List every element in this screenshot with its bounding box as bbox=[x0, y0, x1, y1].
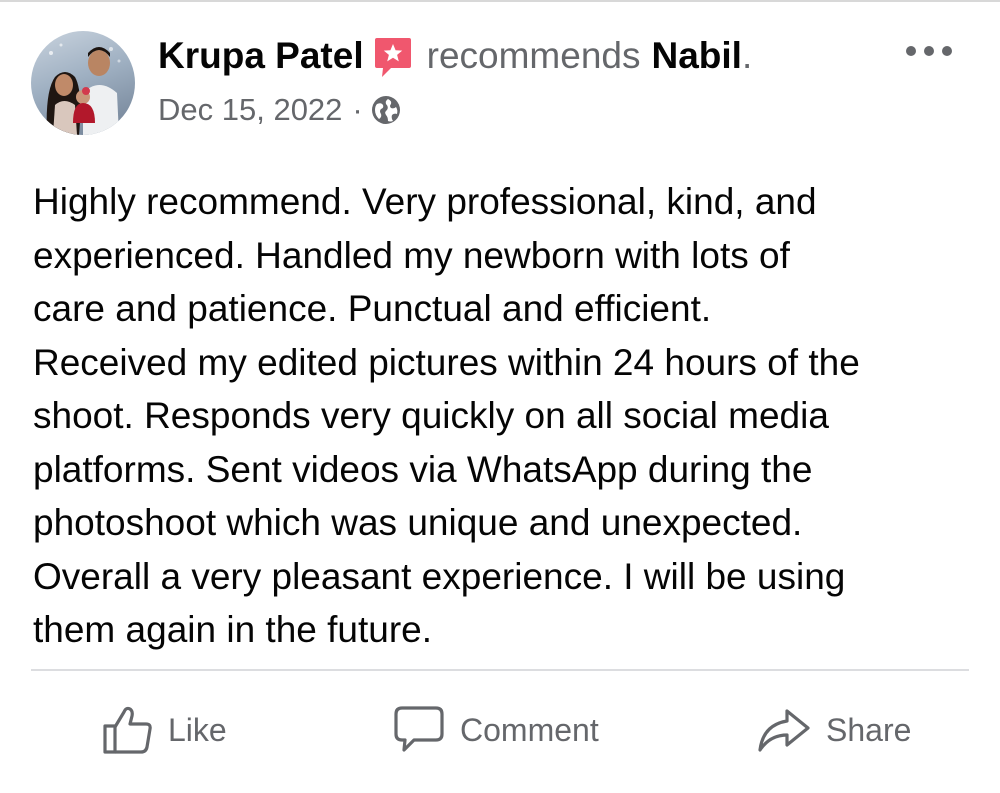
globe-icon[interactable] bbox=[371, 95, 401, 125]
post-meta: Dec 15, 2022 · bbox=[158, 88, 401, 132]
comment-button[interactable]: Comment bbox=[392, 700, 599, 760]
post-text-line: them again in the future. bbox=[33, 609, 433, 650]
post-text-line: experienced. Handled my newborn with lot… bbox=[33, 234, 790, 276]
post-text-line: Highly recommend. Very professional, kin… bbox=[33, 181, 817, 222]
post-text-line: shoot. Responds very quickly on all soci… bbox=[33, 395, 829, 436]
more-dot bbox=[924, 46, 934, 56]
share-label: Share bbox=[826, 711, 912, 748]
recommendation-star-icon bbox=[373, 36, 413, 80]
avatar[interactable] bbox=[31, 31, 135, 135]
comment-label: Comment bbox=[460, 711, 599, 748]
author-name[interactable]: Krupa Patel bbox=[158, 35, 364, 77]
share-button[interactable]: Share bbox=[756, 700, 911, 760]
page-name[interactable]: Nabil bbox=[651, 35, 741, 77]
action-text: recommends bbox=[426, 35, 641, 76]
post-text-line: photoshoot which was unique and unexpect… bbox=[33, 502, 803, 543]
more-dot bbox=[906, 46, 916, 56]
post-text-line: Overall a very pleasant experience. I wi… bbox=[33, 555, 846, 597]
post-header: Krupa Patel recommends Nabil . bbox=[158, 30, 752, 82]
meta-separator: · bbox=[352, 92, 363, 127]
post-text-line: care and patience. Punctual and efficien… bbox=[33, 288, 712, 329]
page-name-suffix: . bbox=[741, 35, 753, 76]
like-button[interactable]: Like bbox=[102, 700, 227, 760]
like-label: Like bbox=[168, 711, 227, 748]
post-text: Highly recommend. Very professional, kin… bbox=[33, 175, 983, 657]
top-border bbox=[0, 0, 1000, 2]
post-date[interactable]: Dec 15, 2022 bbox=[158, 92, 342, 128]
actions-divider bbox=[31, 669, 969, 671]
more-options-icon[interactable] bbox=[906, 36, 952, 66]
avatar-photo bbox=[46, 43, 121, 135]
comment-bubble-icon bbox=[394, 706, 444, 752]
thumbs-up-icon bbox=[103, 706, 152, 754]
post-text-line: Received my edited pictures within 24 ho… bbox=[33, 341, 860, 383]
post-text-line: platforms. Sent videos via WhatsApp duri… bbox=[33, 448, 813, 490]
share-arrow-icon bbox=[758, 709, 810, 752]
more-dot bbox=[942, 46, 952, 56]
